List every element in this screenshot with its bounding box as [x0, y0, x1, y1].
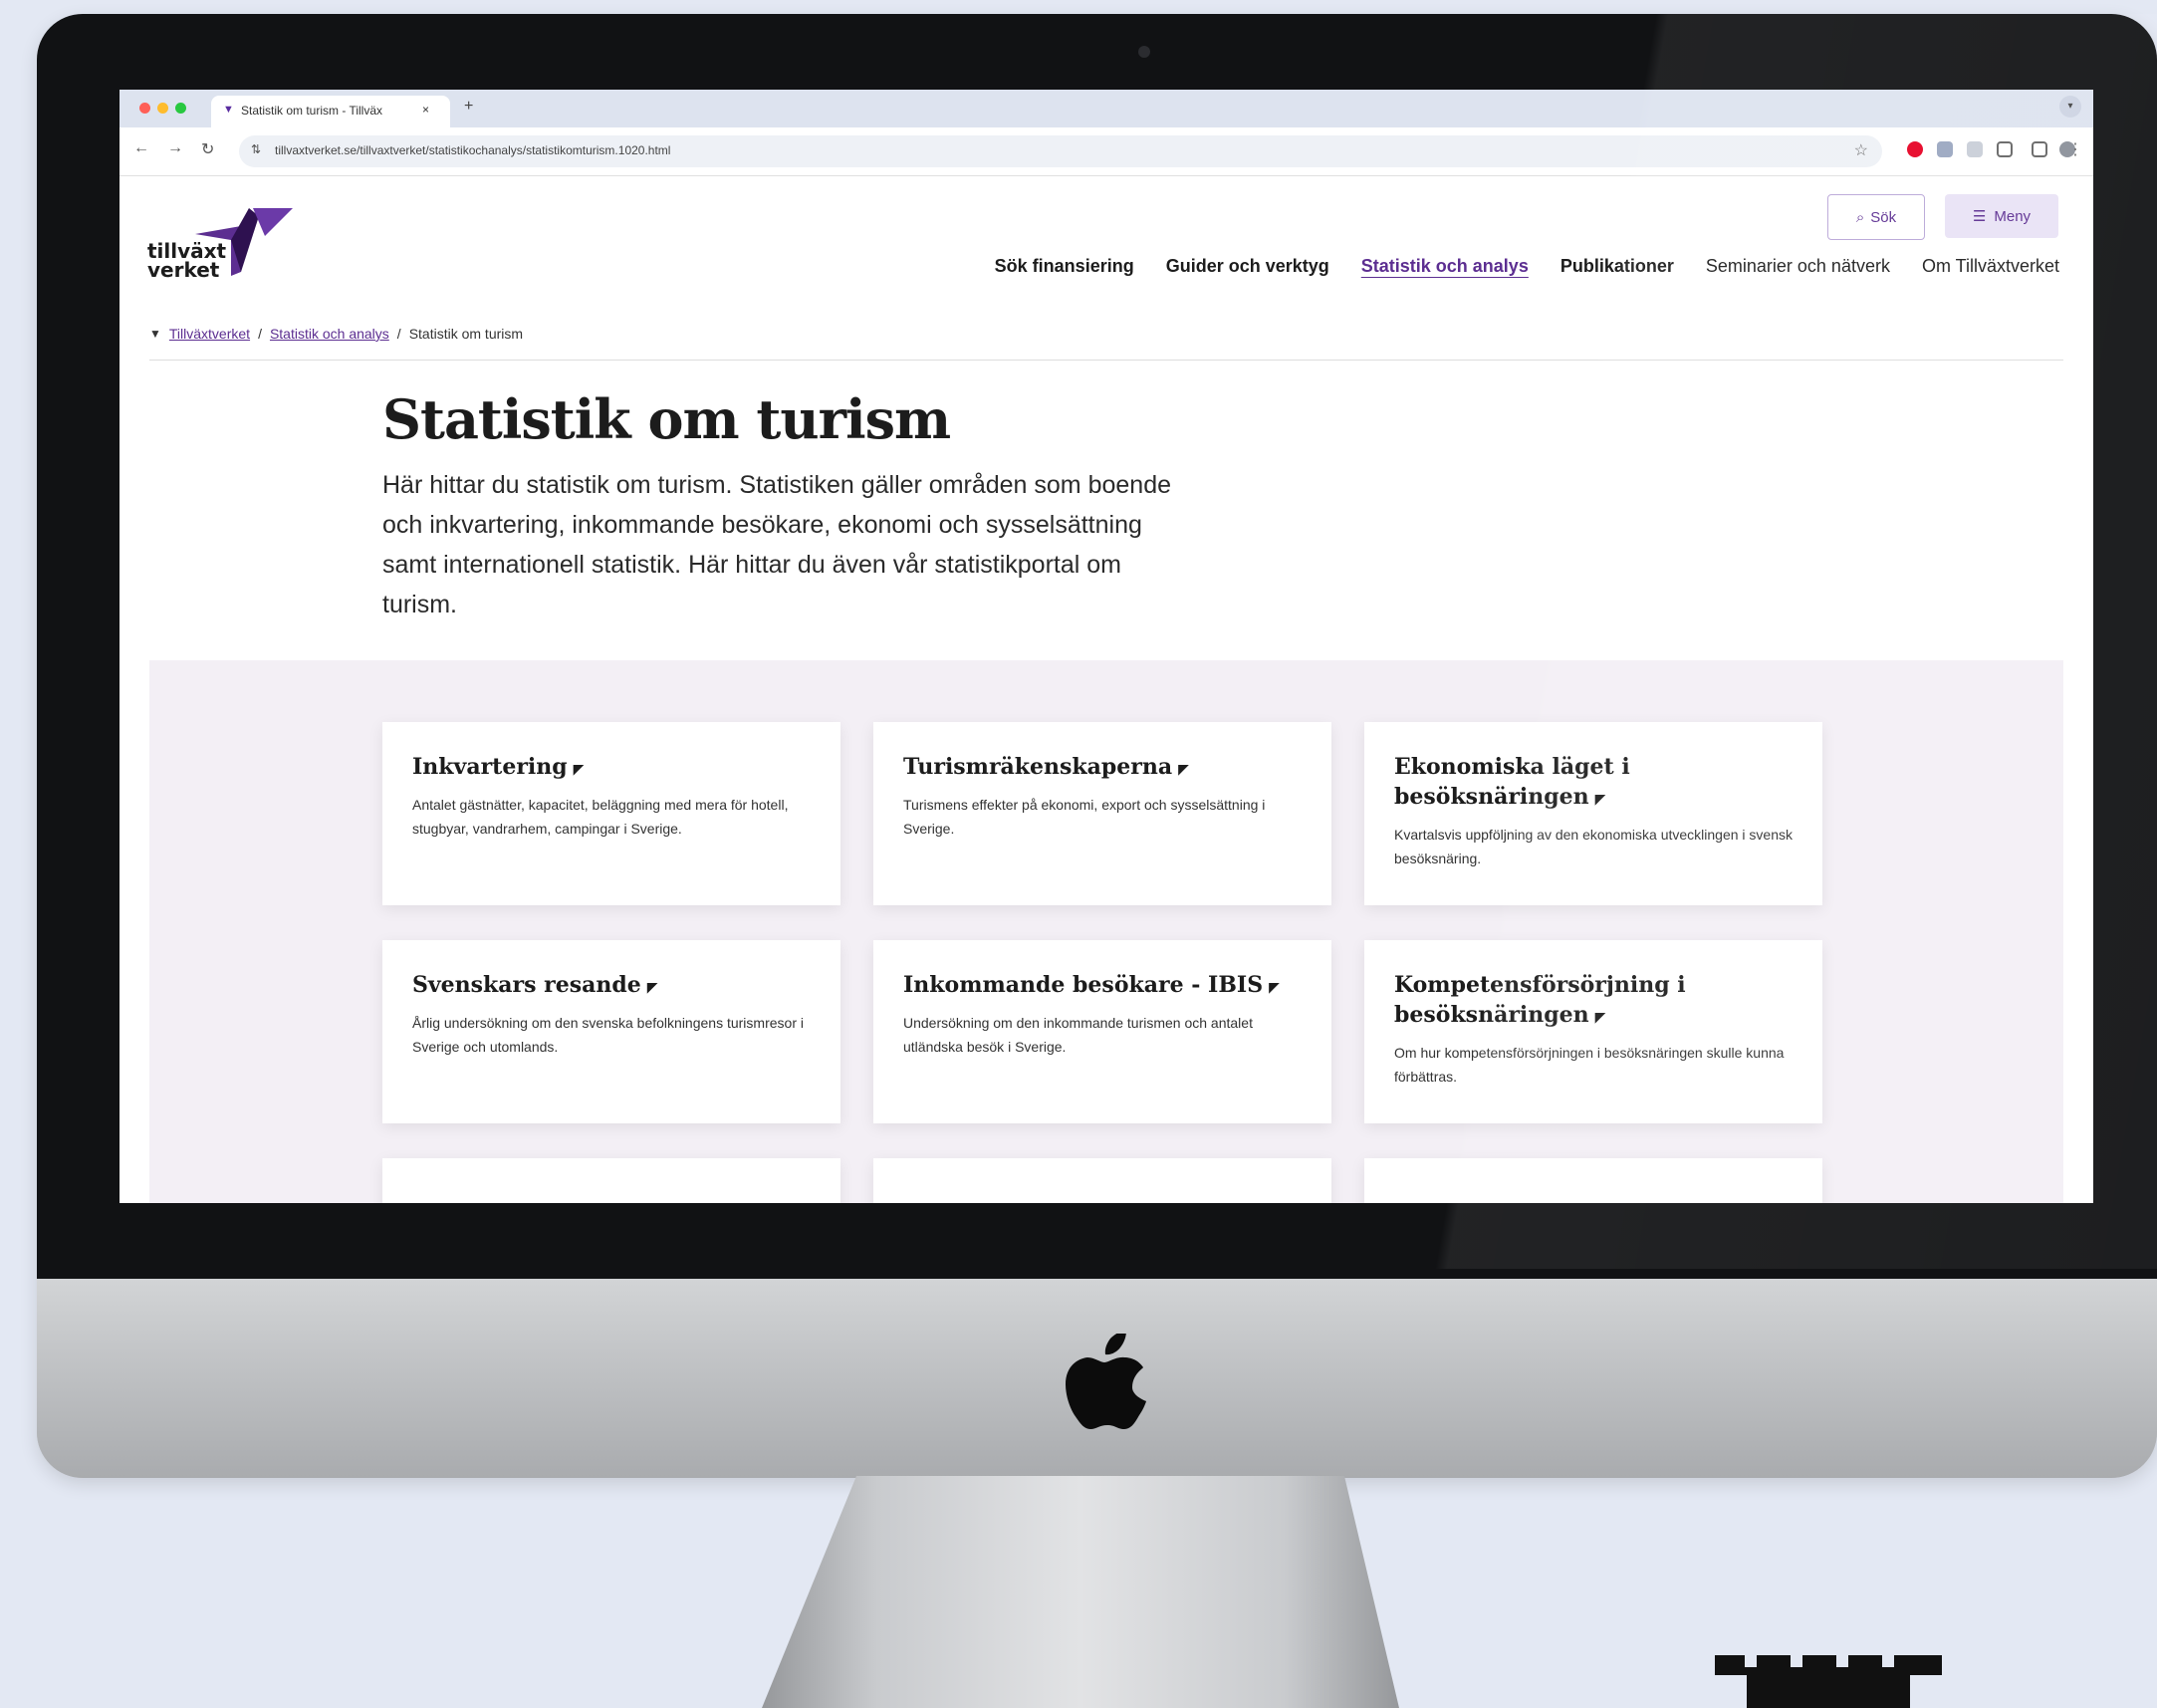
- cards-section: Inkvartering ◤ Antalet gästnätter, kapaci…: [149, 660, 2063, 1203]
- card-kompetensforsorjning[interactable]: Kompetensförsörjning i besöksnäringen ◤ O…: [1364, 940, 1822, 1123]
- card-turismrakenskaperna[interactable]: Turismräkenskaperna ◤ Turismens effekter …: [873, 722, 1331, 905]
- url-text: tillvaxtverket.se/tillvaxtverket/statist…: [275, 143, 671, 157]
- site-settings-icon[interactable]: ⇅: [251, 142, 261, 156]
- card-svenskars-resande[interactable]: Svenskars resande ◤ Årlig undersökning om…: [382, 940, 840, 1123]
- card-inkommande-besokare[interactable]: Inkommande besökare - IBIS ◤ Undersökning…: [873, 940, 1331, 1123]
- side-panel-icon[interactable]: [2032, 141, 2047, 157]
- apple-logo-icon: [1066, 1334, 1146, 1429]
- imac-chin: [37, 1279, 2157, 1478]
- minimize-window-button[interactable]: [157, 103, 168, 114]
- card-inkvartering[interactable]: Inkvartering ◤ Antalet gästnätter, kapaci…: [382, 722, 840, 905]
- breadcrumb-link-statistik[interactable]: Statistik och analys: [270, 326, 389, 342]
- card-partial[interactable]: [1364, 1158, 1822, 1203]
- card-description: Antalet gästnätter, kapacitet, beläggnin…: [412, 797, 789, 837]
- arrow-icon: ◤: [646, 980, 658, 996]
- menu-label: Meny: [1994, 207, 2032, 225]
- card-title-text: Inkommande besökare - IBIS: [903, 972, 1264, 998]
- nav-publikationer[interactable]: Publikationer: [1560, 256, 1674, 277]
- card-partial[interactable]: [873, 1158, 1331, 1203]
- extension-icon[interactable]: [1937, 141, 1953, 157]
- back-button[interactable]: ←: [133, 139, 149, 157]
- card-description: Kvartalsvis uppföljning av den ekonomisk…: [1394, 827, 1793, 866]
- address-bar[interactable]: ⇅ tillvaxtverket.se/tillvaxtverket/stati…: [239, 135, 1882, 167]
- nav-guider-och-verktyg[interactable]: Guider och verktyg: [1166, 256, 1329, 277]
- card-title-text: Svenskars resande: [412, 972, 641, 998]
- breadcrumb-separator: /: [396, 326, 401, 342]
- arrow-icon: ◤: [1594, 1010, 1606, 1026]
- lead-paragraph: Här hittar du statistik om turism. Stati…: [382, 471, 1172, 618]
- extension-icon[interactable]: [1967, 141, 1983, 157]
- close-window-button[interactable]: [139, 103, 150, 114]
- tab-search-chevron-icon[interactable]: ▾: [2059, 96, 2081, 118]
- card-ekonomiska-laget[interactable]: Ekonomiska läget i besöksnäringen ◤ Kvart…: [1364, 722, 1822, 905]
- card-title: Kompetensförsörjning i besöksnäringen ◤: [1394, 970, 1793, 1033]
- page-title: Statistik om turism: [382, 387, 951, 451]
- arrow-icon: ◤: [1594, 792, 1606, 808]
- search-button[interactable]: ⌕ Sök: [1827, 194, 1925, 240]
- card-title: Svenskars resande ◤: [412, 970, 811, 1003]
- camera-icon: [1138, 46, 1150, 58]
- nav-seminarier-och-natverk[interactable]: Seminarier och nätverk: [1706, 256, 1890, 277]
- breadcrumb-separator: /: [258, 326, 262, 342]
- nav-om-tillvaxtverket[interactable]: Om Tillväxtverket: [1922, 256, 2059, 277]
- breadcrumb-link-tillvaxtverket[interactable]: Tillväxtverket: [169, 326, 250, 342]
- web-page: tillväxt verket ⌕ Sök ☰ Meny Sök finansi…: [120, 176, 2093, 1203]
- card-title: Turismräkenskaperna ◤: [903, 752, 1302, 785]
- forward-button[interactable]: →: [167, 139, 183, 157]
- card-title-text: Kompetensförsörjning i besöksnäringen: [1394, 972, 1686, 1028]
- browser-menu-icon[interactable]: ⋮: [2067, 139, 2083, 159]
- card-title-text: Turismräkenskaperna: [903, 754, 1173, 780]
- bookmark-star-icon[interactable]: ☆: [1854, 140, 1868, 160]
- card-title-text: Inkvartering: [412, 754, 568, 780]
- hamburger-icon: ☰: [1972, 208, 1987, 225]
- tillvaxtverket-logo[interactable]: tillväxt verket: [147, 206, 337, 292]
- card-partial[interactable]: [382, 1158, 840, 1203]
- browser-toolbar: ← → ↻ ⇅ tillvaxtverket.se/tillvaxtverket…: [120, 127, 2093, 176]
- card-title: Inkvartering ◤: [412, 752, 811, 785]
- card-description: Årlig undersökning om den svenska befolk…: [412, 1015, 804, 1055]
- divider: [149, 360, 2063, 361]
- arrow-icon: ◤: [1269, 980, 1280, 996]
- arrow-icon: ◤: [1178, 762, 1189, 778]
- search-label: Sök: [1870, 208, 1897, 226]
- card-title: Inkommande besökare - IBIS ◤: [903, 970, 1302, 1003]
- nav-sok-finansiering[interactable]: Sök finansiering: [995, 256, 1134, 277]
- breadcrumb-current: Statistik om turism: [408, 326, 524, 342]
- card-title: Ekonomiska läget i besöksnäringen ◤: [1394, 752, 1793, 815]
- tab-close-icon[interactable]: ×: [422, 103, 429, 117]
- card-description: Om hur kompetensförsörjningen i besöksnä…: [1394, 1045, 1785, 1085]
- nav-statistik-och-analys[interactable]: Statistik och analys: [1361, 256, 1529, 277]
- search-icon: ⌕: [1855, 208, 1865, 226]
- browser-tab[interactable]: ▼ Statistik om turism - Tillväx ×: [211, 96, 450, 127]
- tab-bar: ▼ Statistik om turism - Tillväx × + ▾: [120, 90, 2093, 127]
- castle-watermark-icon: [1715, 1655, 1942, 1708]
- extensions-puzzle-icon[interactable]: [1997, 141, 2013, 157]
- breadcrumb-home-icon: ▼: [149, 327, 161, 341]
- new-tab-button[interactable]: +: [464, 98, 473, 116]
- menu-button[interactable]: ☰ Meny: [1945, 194, 2058, 238]
- card-description: Undersökning om den inkommande turismen …: [903, 1015, 1253, 1055]
- card-description: Turismens effekter på ekonomi, export oc…: [903, 797, 1266, 837]
- breadcrumb: ▼ Tillväxtverket / Statistik och analys …: [149, 326, 523, 342]
- arrow-icon: ◤: [573, 762, 585, 778]
- main-navigation: Sök finansiering Guider och verktyg Stat…: [995, 256, 2059, 277]
- imac-stand: [762, 1476, 1399, 1708]
- tab-title: Statistik om turism - Tillväx: [241, 104, 383, 118]
- maximize-window-button[interactable]: [175, 103, 186, 114]
- pinterest-extension-icon[interactable]: [1907, 141, 1923, 157]
- favicon-icon: ▼: [223, 104, 234, 116]
- logo-mark-icon: [195, 208, 293, 276]
- reload-button[interactable]: ↻: [201, 139, 214, 159]
- browser-window: ▼ Statistik om turism - Tillväx × + ▾ ← …: [120, 90, 2093, 1203]
